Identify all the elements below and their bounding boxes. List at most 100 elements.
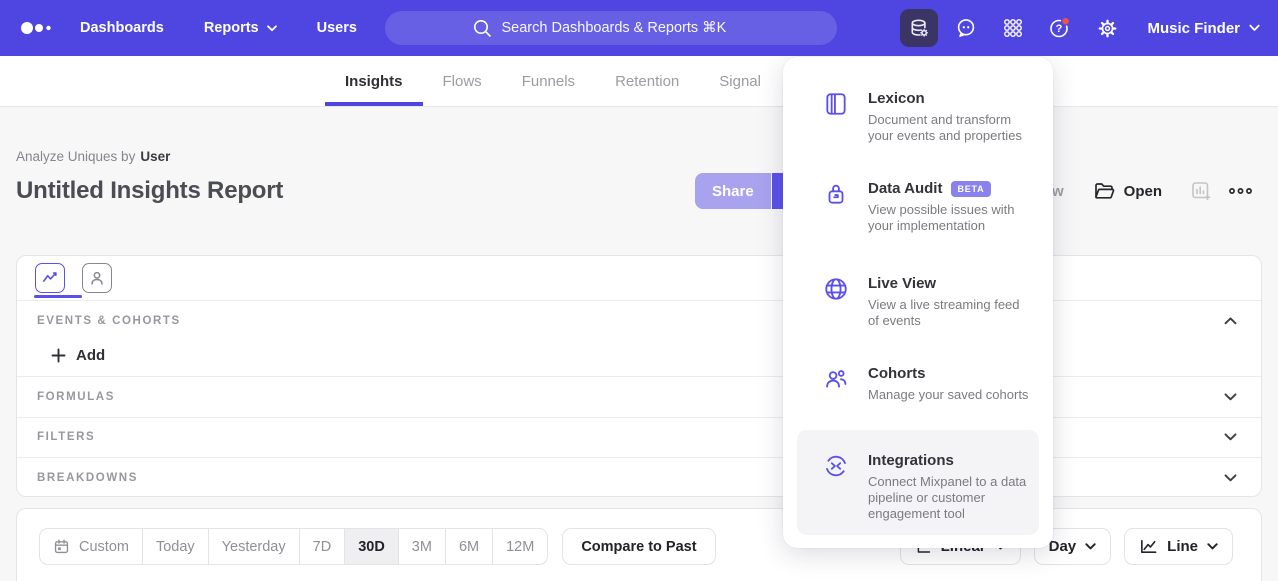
breakdowns-section-header[interactable]: BREAKDOWNS	[17, 458, 1261, 497]
project-switcher[interactable]: Music Finder	[1147, 20, 1260, 37]
range-12m[interactable]: 12M	[493, 529, 547, 564]
tab-retention[interactable]: Retention	[595, 56, 699, 106]
navbar-right-icons: ? Music Finder	[900, 9, 1278, 47]
menu-item-description: Document and transform your events and p…	[868, 112, 1033, 144]
share-button[interactable]: Share	[695, 173, 771, 209]
tab-signal[interactable]: Signal	[699, 56, 781, 106]
events-section-label: EVENTS & COHORTS	[37, 315, 181, 327]
chart-toolbar: Custom Today Yesterday 7D 30D 3M 6M 12M …	[39, 528, 1233, 565]
search-icon	[473, 19, 492, 38]
nav-link-dashboards[interactable]: Dashboards	[80, 20, 164, 36]
range-today[interactable]: Today	[143, 529, 209, 564]
global-search[interactable]	[385, 11, 837, 45]
range-6m[interactable]: 6M	[446, 529, 493, 564]
events-section-header[interactable]: EVENTS & COHORTS	[17, 301, 1261, 335]
top-navbar: Dashboards Reports Users	[0, 0, 1278, 56]
help-button[interactable]: ?	[1041, 9, 1079, 47]
formulas-section-header[interactable]: FORMULAS	[17, 377, 1261, 418]
data-management-button[interactable]	[900, 9, 938, 47]
range-label: 7D	[313, 539, 332, 555]
date-range-segmented-control: Custom Today Yesterday 7D 30D 3M 6M 12M	[39, 528, 548, 565]
feedback-button[interactable]	[947, 9, 985, 47]
range-label: Yesterday	[222, 539, 286, 555]
chevron-down-icon	[1249, 24, 1260, 32]
analyze-prefix: Analyze Uniques by	[16, 149, 135, 164]
page-title[interactable]: Untitled Insights Report	[16, 177, 283, 205]
chevron-down-icon[interactable]	[1224, 474, 1237, 482]
nav-link-label: Reports	[204, 20, 259, 36]
menu-item-title: Integrations	[868, 452, 954, 469]
plus-icon	[51, 348, 66, 363]
menu-item-integrations[interactable]: Integrations Connect Mixpanel to a data …	[797, 430, 1039, 535]
tab-funnels[interactable]: Funnels	[502, 56, 595, 106]
range-3m[interactable]: 3M	[399, 529, 446, 564]
tab-insights[interactable]: Insights	[325, 56, 423, 106]
chart-toolbar-panel: Custom Today Yesterday 7D 30D 3M 6M 12M …	[16, 508, 1262, 581]
svg-text:?: ?	[1056, 23, 1063, 35]
menu-item-lexicon[interactable]: Lexicon Document and transform your even…	[783, 80, 1053, 170]
chart-type-label: Line	[1167, 538, 1198, 555]
ellipsis-icon	[1228, 186, 1253, 196]
report-tabbar: Insights Flows Funnels Retention Signal …	[0, 56, 1278, 107]
chevron-down-icon[interactable]	[1224, 433, 1237, 441]
settings-button[interactable]	[1088, 9, 1126, 47]
range-custom[interactable]: Custom	[40, 529, 143, 564]
analyze-value[interactable]: User	[140, 149, 170, 164]
range-label: 3M	[412, 539, 432, 555]
range-7d[interactable]: 7D	[300, 529, 346, 564]
range-label: Today	[156, 539, 195, 555]
range-label: 12M	[506, 539, 534, 555]
data-audit-lock-icon	[823, 181, 849, 207]
chevron-down-icon	[1207, 543, 1218, 550]
database-gear-icon	[908, 17, 930, 39]
open-report-button[interactable]: Open	[1094, 182, 1162, 200]
query-builder-panel: EVENTS & COHORTS Add FORMULAS FILTERS BR…	[16, 255, 1262, 497]
data-management-dropdown: Lexicon Document and transform your even…	[783, 57, 1053, 548]
person-icon	[88, 269, 106, 287]
nav-link-reports[interactable]: Reports	[204, 20, 277, 36]
chart-type-dropdown[interactable]: Line	[1124, 528, 1233, 565]
nav-link-users[interactable]: Users	[317, 20, 357, 36]
add-label: Add	[76, 347, 105, 364]
breakdowns-section-label: BREAKDOWNS	[37, 472, 138, 484]
nav-links: Dashboards Reports Users	[80, 20, 357, 36]
mixpanel-logo-icon[interactable]	[20, 21, 66, 35]
add-event-button[interactable]: Add	[51, 347, 105, 364]
range-30d[interactable]: 30D	[345, 529, 399, 564]
calendar-icon	[53, 538, 70, 555]
events-add-row: Add	[17, 335, 1261, 377]
menu-item-description: View possible issues with your implement…	[868, 202, 1033, 234]
chevron-down-icon	[267, 25, 277, 32]
chart-add-icon	[1190, 180, 1212, 202]
add-to-dashboard-button[interactable]	[1190, 180, 1212, 202]
tab-users-view[interactable]	[82, 263, 112, 293]
range-label: Custom	[79, 539, 129, 555]
line-chart-icon	[1139, 537, 1158, 556]
interval-label: Day	[1049, 538, 1077, 555]
menu-item-title: Data Audit	[868, 180, 942, 197]
tab-events-view[interactable]	[35, 263, 65, 293]
folder-icon	[1094, 182, 1115, 200]
tab-flows[interactable]: Flows	[423, 56, 502, 106]
chat-bubble-icon	[955, 17, 977, 39]
menu-item-description: Connect Mixpanel to a data pipeline or c…	[868, 474, 1033, 522]
menu-item-title: Live View	[868, 275, 936, 292]
more-options-button[interactable]	[1228, 186, 1253, 196]
menu-item-live-view[interactable]: Live View View a live streaming feed of …	[783, 265, 1053, 355]
nav-link-label: Dashboards	[80, 20, 164, 36]
project-name: Music Finder	[1147, 20, 1240, 37]
range-yesterday[interactable]: Yesterday	[209, 529, 300, 564]
filters-section-header[interactable]: FILTERS	[17, 418, 1261, 459]
compare-to-past-button[interactable]: Compare to Past	[562, 528, 715, 565]
beta-badge: BETA	[951, 181, 990, 197]
menu-item-cohorts[interactable]: Cohorts Manage your saved cohorts	[783, 355, 1053, 430]
help-icon: ?	[1048, 16, 1072, 40]
chevron-down-icon[interactable]	[1224, 393, 1237, 401]
search-input[interactable]	[502, 20, 750, 36]
nav-link-label: Users	[317, 20, 357, 36]
menu-item-title: Cohorts	[868, 365, 926, 382]
menu-item-data-audit[interactable]: Data Audit BETA View possible issues with…	[783, 170, 1053, 265]
chevron-up-icon[interactable]	[1224, 317, 1237, 325]
apps-button[interactable]	[994, 9, 1032, 47]
builder-view-tabs	[17, 256, 1261, 301]
